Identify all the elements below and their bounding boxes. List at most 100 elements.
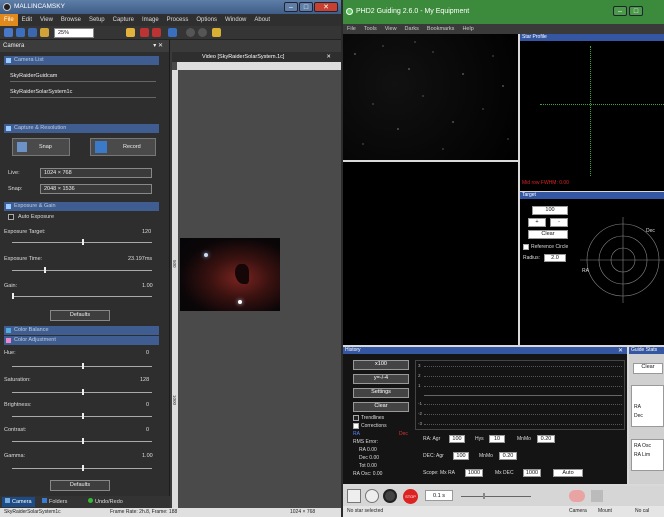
ra-agr-label: RA: Agr: [423, 436, 441, 442]
ra-legend: RA: [353, 431, 360, 437]
status-frame-rate: Frame Rate: 2h.8, Frame: 188: [110, 509, 178, 515]
section-camera-list[interactable]: Camera List: [4, 56, 159, 65]
pin-icon[interactable]: ▾ ✕: [153, 40, 163, 52]
section-color-balance[interactable]: Color Balance: [4, 326, 159, 335]
save-icon[interactable]: [28, 28, 37, 37]
hys-input[interactable]: 10: [489, 435, 505, 443]
menu-view[interactable]: View: [36, 14, 57, 26]
dec-agr-input[interactable]: 100: [453, 452, 469, 460]
stats-ra-lim-label: RA Lim: [634, 452, 651, 458]
guide-icon[interactable]: [383, 489, 397, 503]
circle-icon[interactable]: [186, 28, 195, 37]
menu-browse[interactable]: Browse: [57, 14, 85, 26]
tab-folders[interactable]: Folders: [42, 497, 67, 507]
color-defaults-button[interactable]: Defaults: [50, 480, 110, 491]
loop-icon[interactable]: [365, 489, 379, 503]
auto-exposure-checkbox[interactable]: [8, 214, 14, 220]
exposure-select[interactable]: 0.1 s: [425, 490, 453, 501]
phd-menu-file[interactable]: File: [343, 24, 360, 34]
trendlines-checkbox[interactable]: [353, 415, 359, 421]
new-icon[interactable]: [4, 28, 13, 37]
menu-edit[interactable]: Edit: [18, 14, 36, 26]
section-capture-resolution[interactable]: Capture & Resolution: [4, 124, 159, 133]
mx-ra-input[interactable]: 1000: [465, 469, 483, 477]
menu-process[interactable]: Process: [163, 14, 193, 26]
connect-icon[interactable]: [347, 489, 361, 503]
history-clear-button[interactable]: Clear: [353, 402, 409, 412]
camera-item[interactable]: SkyRaiderGuidcam: [10, 70, 156, 82]
dec-mode-select[interactable]: Auto: [553, 469, 583, 477]
close-button[interactable]: ✕: [314, 2, 338, 12]
tab-undo-redo[interactable]: Undo/Redo: [88, 497, 123, 507]
brightness-slider[interactable]: [12, 413, 152, 419]
brain-icon[interactable]: [569, 490, 585, 502]
history-axis-select[interactable]: y=-/-4: [353, 374, 409, 384]
ra-agr-input[interactable]: 100: [449, 435, 465, 443]
star-profile-title: Star Profile: [520, 34, 664, 41]
settings-icon[interactable]: [591, 490, 603, 502]
calibration-status: No cal: [635, 508, 650, 514]
stats-clear-button[interactable]: Clear: [633, 363, 663, 374]
menu-file[interactable]: File: [0, 14, 18, 26]
play-icon: [95, 141, 107, 153]
zoom-select[interactable]: 25%: [54, 28, 94, 38]
video-tab[interactable]: Video [SkyRaiderSolarSystem.1c] ✕: [172, 52, 341, 62]
stop-icon[interactable]: [152, 28, 161, 37]
tab-camera[interactable]: Camera: [2, 497, 35, 507]
gamma-slider[interactable]: [12, 465, 152, 471]
mx-dec-input[interactable]: 1000: [523, 469, 541, 477]
histogram-icon[interactable]: [168, 28, 177, 37]
snap-button[interactable]: Snap: [12, 138, 70, 156]
camera-tab-icon: [5, 498, 10, 503]
saturation-slider[interactable]: [12, 389, 152, 395]
corrections-checkbox[interactable]: [353, 423, 359, 429]
video-pane: Video [SkyRaiderSolarSystem.1c] ✕ 500 100…: [172, 52, 341, 508]
ra-mnmo-input[interactable]: 0.20: [537, 435, 555, 443]
exposure-target-slider[interactable]: [12, 239, 152, 245]
color-icon[interactable]: [212, 28, 221, 37]
menu-capture[interactable]: Capture: [109, 14, 138, 26]
phd-menu-tools[interactable]: Tools: [360, 24, 381, 34]
phd-menu-help[interactable]: Help: [458, 24, 477, 34]
scope-label: Scope: Mx RA: [423, 470, 455, 476]
record-button[interactable]: Record: [90, 138, 156, 156]
gamma-slider[interactable]: [461, 493, 531, 499]
mallincam-window: MALLINCAMSKY – □ ✕ File Edit View Browse Set…: [0, 0, 341, 517]
section-exposure-gain[interactable]: Exposure & Gain: [4, 202, 159, 211]
menu-about[interactable]: About: [250, 14, 274, 26]
hue-slider[interactable]: [12, 363, 152, 369]
phd-menu-bookmarks[interactable]: Bookmarks: [423, 24, 459, 34]
snap-resolution-select[interactable]: 2048 × 1536: [40, 184, 152, 194]
open-icon[interactable]: [16, 28, 25, 37]
close-tab-icon[interactable]: ✕: [326, 52, 331, 62]
exposure-time-slider[interactable]: [12, 267, 152, 273]
ra-osc: RA Osc: 0.00: [353, 471, 383, 477]
maximize-button[interactable]: □: [299, 2, 313, 12]
brush-icon[interactable]: [126, 28, 135, 37]
dec-legend: Dec: [399, 431, 408, 437]
phd-minimize-button[interactable]: –: [613, 6, 627, 16]
menu-window[interactable]: Window: [221, 14, 250, 26]
menu-image[interactable]: Image: [138, 14, 163, 26]
phd-maximize-button[interactable]: □: [629, 6, 643, 16]
dec-mnmo-input[interactable]: 0.20: [499, 452, 517, 460]
minimize-button[interactable]: –: [284, 2, 298, 12]
section-color-adjustment[interactable]: Color Adjustment: [4, 336, 159, 345]
contrast-slider[interactable]: [12, 438, 152, 444]
stop-icon[interactable]: STOP: [403, 489, 418, 504]
exposure-defaults-button[interactable]: Defaults: [50, 310, 110, 321]
menu-options[interactable]: Options: [192, 14, 221, 26]
history-close-icon[interactable]: ✕: [618, 347, 623, 354]
folder-icon[interactable]: [40, 28, 49, 37]
camera-item[interactable]: SkyRaiderSolarSystem1c: [10, 86, 156, 98]
live-resolution-select[interactable]: 1024 × 768: [40, 168, 152, 178]
history-scale-select[interactable]: x100: [353, 360, 409, 370]
record-icon[interactable]: [140, 28, 149, 37]
guide-camera-view[interactable]: [343, 34, 518, 160]
phd-menu-view[interactable]: View: [381, 24, 401, 34]
gain-slider[interactable]: [12, 293, 152, 299]
history-settings-button[interactable]: Settings: [353, 388, 409, 398]
phd-menu-darks[interactable]: Darks: [401, 24, 423, 34]
menu-setup[interactable]: Setup: [85, 14, 109, 26]
circle-icon[interactable]: [198, 28, 207, 37]
